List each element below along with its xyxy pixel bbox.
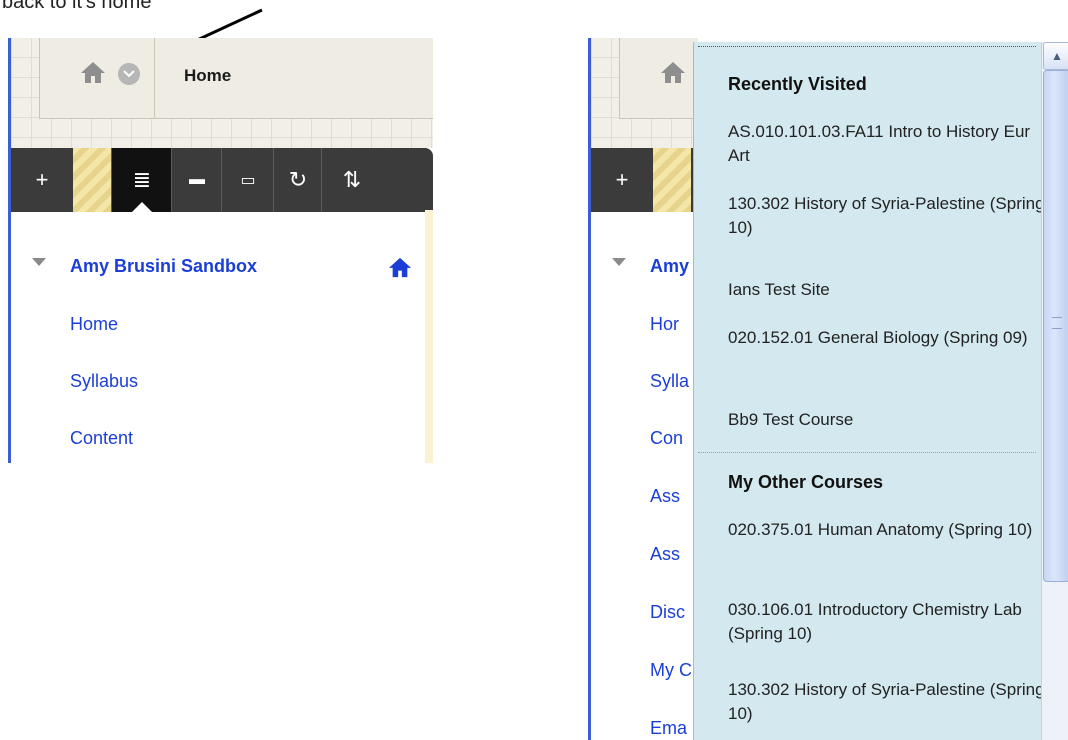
- recent-course-item[interactable]: 130.302 History of Syria-Palestine (Spri…: [728, 192, 1042, 240]
- folder-icon[interactable]: ▬: [171, 148, 222, 212]
- chevron-down-icon[interactable]: [118, 63, 140, 85]
- active-notch: [132, 202, 152, 212]
- menu-item-my-grades[interactable]: My C: [650, 660, 692, 681]
- breadcrumb-home-label[interactable]: Home: [184, 66, 231, 86]
- other-course-item[interactable]: 020.375.01 Human Anatomy (Spring 10): [728, 518, 1042, 542]
- dropdown-separator: [698, 452, 1036, 453]
- menu-item-assignments[interactable]: Ass: [650, 486, 680, 507]
- collapse-triangle-icon[interactable]: [32, 258, 46, 266]
- refresh-icon[interactable]: ↻: [273, 148, 322, 212]
- recent-course-item[interactable]: AS.010.101.03.FA11 Intro to History Eur …: [728, 120, 1042, 168]
- course-menu-icon[interactable]: ≣: [111, 148, 172, 212]
- left-course-panel: Home + ≣ ▬ ▭ ↻ ⇅ Amy Brusini Sandbox Hom…: [8, 38, 433, 463]
- recent-course-item[interactable]: Bb9 Test Course: [728, 408, 1042, 432]
- course-title[interactable]: Amy Brusini Sandbox: [70, 256, 257, 277]
- recently-visited-heading: Recently Visited: [728, 74, 867, 94]
- home-icon[interactable]: [388, 256, 412, 278]
- scroll-up-icon[interactable]: ▲: [1043, 42, 1068, 70]
- menu-item-syllabus[interactable]: Sylla: [650, 371, 689, 392]
- home-icon[interactable]: [80, 60, 106, 84]
- collapse-triangle-icon[interactable]: [612, 258, 626, 266]
- menu-item-assessments[interactable]: Ass: [650, 544, 680, 565]
- menu-item-email[interactable]: Ema: [650, 718, 687, 739]
- scrollbar-thumb[interactable]: [1043, 70, 1068, 582]
- dropdown-top-border: [698, 46, 1036, 47]
- recent-course-item[interactable]: Ians Test Site: [728, 278, 1042, 302]
- windows-icon[interactable]: ▭: [221, 148, 274, 212]
- other-course-item[interactable]: 130.302 History of Syria-Palestine (Spri…: [728, 678, 1042, 726]
- toolbar-stripe: [653, 148, 691, 212]
- course-toolbar: +: [591, 148, 698, 212]
- other-course-item[interactable]: 030.106.01 Introductory Chemistry Lab (S…: [728, 598, 1042, 646]
- dropdown-scrollbar[interactable]: ▲: [1041, 42, 1068, 740]
- sort-icon[interactable]: ⇅: [321, 148, 382, 212]
- breadcrumb-divider: [154, 38, 155, 118]
- thumb-grip: [1052, 317, 1062, 329]
- breadcrumb-area: Home: [11, 38, 433, 148]
- course-switcher-dropdown: Recently Visited AS.010.101.03.FA11 Intr…: [693, 42, 1042, 740]
- breadcrumb: [619, 38, 698, 119]
- recent-course-item[interactable]: 020.152.01 General Biology (Spring 09): [728, 326, 1042, 350]
- course-toolbar: + ≣ ▬ ▭ ↻ ⇅: [11, 148, 433, 212]
- my-other-courses-heading: My Other Courses: [728, 472, 884, 492]
- toolbar-stripe: [73, 148, 111, 212]
- panel-edge: [425, 210, 433, 463]
- plus-icon[interactable]: +: [11, 148, 73, 212]
- right-course-panel: + Amy Hor Sylla Con Ass Ass Disc My C Em…: [588, 38, 698, 740]
- menu-item-content[interactable]: Con: [650, 428, 683, 449]
- plus-icon[interactable]: +: [591, 148, 653, 212]
- menu-item-home[interactable]: Home: [70, 314, 118, 335]
- course-title[interactable]: Amy: [650, 256, 689, 277]
- menu-item-content[interactable]: Content: [70, 428, 133, 449]
- menu-item-syllabus[interactable]: Syllabus: [70, 371, 138, 392]
- menu-item-home[interactable]: Hor: [650, 314, 679, 335]
- home-icon[interactable]: [660, 60, 686, 84]
- menu-item-discussions[interactable]: Disc: [650, 602, 685, 623]
- breadcrumb-area: [591, 38, 698, 148]
- breadcrumb: Home: [39, 38, 433, 119]
